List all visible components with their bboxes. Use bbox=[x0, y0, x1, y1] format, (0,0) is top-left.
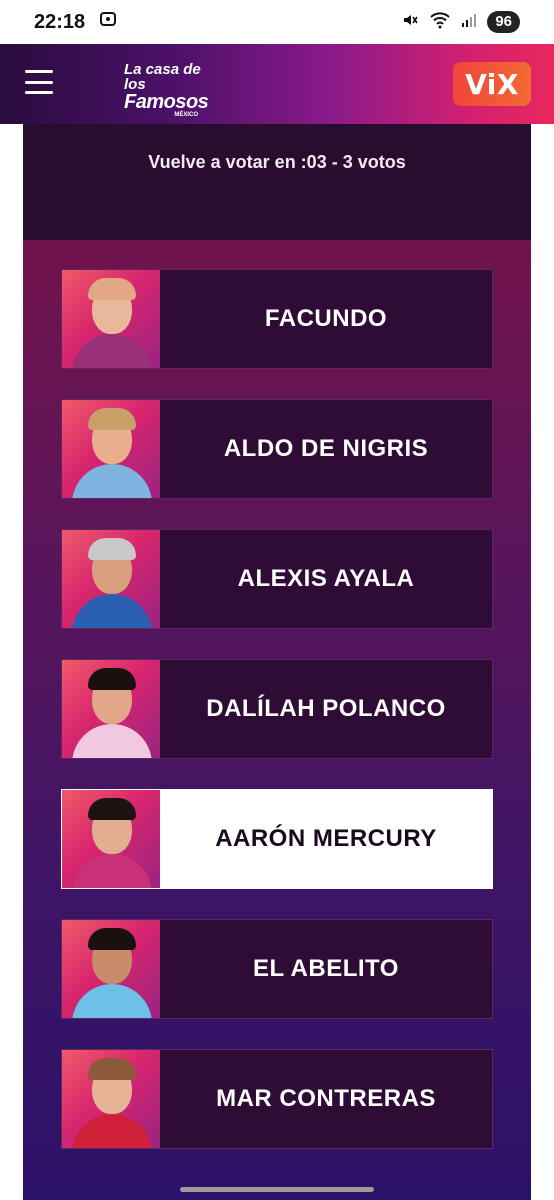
photo-hair bbox=[88, 668, 136, 690]
contestant-photo bbox=[62, 790, 160, 888]
contestant-photo bbox=[62, 530, 160, 628]
photo-hair bbox=[88, 1058, 136, 1080]
battery-indicator: 96 bbox=[487, 11, 520, 33]
contestant-name: DALÍLAH POLANCO bbox=[206, 695, 446, 722]
status-bar: 22:18 96 bbox=[0, 0, 554, 44]
clock: 22:18 bbox=[34, 10, 86, 33]
photo-body bbox=[72, 594, 152, 628]
wifi-icon bbox=[429, 11, 451, 34]
photo-body bbox=[72, 464, 152, 498]
status-left: 22:18 bbox=[34, 10, 117, 34]
contestant-name: FACUNDO bbox=[264, 305, 388, 332]
mute-icon bbox=[401, 11, 419, 34]
status-right: 96 bbox=[401, 11, 520, 34]
contestant-name: AARÓN MERCURY bbox=[215, 825, 437, 852]
contestant-name: ALEXIS AYALA bbox=[237, 565, 415, 592]
contestant-card[interactable]: AARÓN MERCURY bbox=[61, 789, 493, 889]
contestant-name: ALDO DE NIGRIS bbox=[223, 435, 429, 462]
photo-body bbox=[72, 984, 152, 1018]
photo-body bbox=[72, 854, 152, 888]
contestant-name: EL ABELITO bbox=[253, 955, 399, 982]
photo-hair bbox=[88, 408, 136, 430]
screenshot-icon bbox=[99, 10, 117, 34]
contestant-photo bbox=[62, 920, 160, 1018]
signal-icon bbox=[461, 12, 477, 33]
show-logo[interactable]: La casa de los Famosos MÉXICO bbox=[124, 61, 209, 118]
photo-hair bbox=[88, 798, 136, 820]
contestant-card[interactable]: MAR CONTRERAS bbox=[61, 1049, 493, 1149]
contestant-photo bbox=[62, 1050, 160, 1148]
contestant-photo bbox=[62, 400, 160, 498]
photo-body bbox=[72, 1114, 152, 1148]
voting-area: Vuelve a votar en :03 - 3 votos FACUNDO A… bbox=[23, 124, 531, 1200]
contestant-photo bbox=[62, 270, 160, 368]
contestant-card[interactable]: ALEXIS AYALA bbox=[61, 529, 493, 629]
contestant-card[interactable]: EL ABELITO bbox=[61, 919, 493, 1019]
photo-hair bbox=[88, 928, 136, 950]
photo-body bbox=[72, 334, 152, 368]
contestant-card[interactable]: ALDO DE NIGRIS bbox=[61, 399, 493, 499]
vote-status-panel: Vuelve a votar en :03 - 3 votos bbox=[23, 124, 531, 240]
photo-hair bbox=[88, 538, 136, 560]
logo-line-1: La casa de los bbox=[124, 61, 201, 93]
contestant-card[interactable]: DALÍLAH POLANCO bbox=[61, 659, 493, 759]
contestant-name: MAR CONTRERAS bbox=[216, 1085, 436, 1112]
contestant-photo bbox=[62, 660, 160, 758]
home-indicator[interactable] bbox=[180, 1187, 374, 1192]
app-header: La casa de los Famosos MÉXICO ViX bbox=[0, 44, 554, 124]
contestant-card[interactable]: FACUNDO bbox=[61, 269, 493, 369]
photo-body bbox=[72, 724, 152, 758]
photo-hair bbox=[88, 278, 136, 300]
logo-line-2: Famosos bbox=[124, 91, 209, 113]
vote-countdown-text: Vuelve a votar en :03 - 3 votos bbox=[148, 152, 406, 172]
vix-brand-button[interactable]: ViX bbox=[453, 62, 531, 106]
hamburger-menu-icon[interactable] bbox=[25, 70, 53, 94]
